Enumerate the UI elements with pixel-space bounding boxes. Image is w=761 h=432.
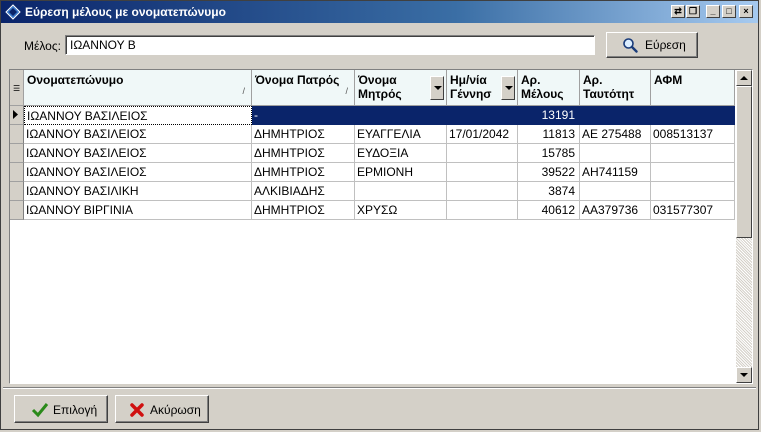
red-x-icon [130,403,144,417]
member-search-input[interactable] [65,35,595,55]
cell-mother[interactable]: ΕΥΔΟΞΙΑ [355,144,447,163]
cell-mother[interactable] [355,106,447,125]
cell-member_no[interactable]: 3874 [518,182,580,201]
cell-id_no[interactable]: ΑΑ379736 [580,201,651,220]
list-icon: ☰ [13,84,21,93]
restore-icon[interactable]: ⇄ [671,5,685,18]
cell-id_no[interactable] [580,106,651,125]
column-header-dob[interactable]: Ημ/νία Γέννησ [447,70,518,106]
arrow-down-icon [740,373,748,377]
cell-father[interactable]: ΔΗΜΗΤΡΙΟΣ [252,201,355,220]
search-button[interactable]: Εύρεση [606,32,698,58]
cell-id_no[interactable] [580,182,651,201]
column-header-name[interactable]: Ονοματεπώνυμο / [24,70,252,106]
scroll-thumb[interactable] [736,86,752,238]
cell-name[interactable]: ΙΩΑΝΝΟΥ ΒΑΣΙΛΕΙΟΣ [24,125,252,144]
cell-dob[interactable] [447,182,518,201]
column-filter-dropdown-icon[interactable] [430,76,444,100]
cell-dob[interactable] [447,163,518,182]
cell-member_no[interactable]: 13191 [518,106,580,125]
cell-dob[interactable]: 17/01/2042 [447,125,518,144]
cell-afm[interactable] [651,144,735,163]
close-button[interactable]: × [739,5,753,18]
cell-id_no[interactable]: ΑΗ741159 [580,163,651,182]
window-copy-icon[interactable]: ❐ [686,5,700,18]
cell-name[interactable]: ΙΩΑΝΝΟΥ ΒΑΣΙΛΙΚΗ [24,182,252,201]
cell-afm[interactable] [651,182,735,201]
vertical-scrollbar[interactable] [736,70,752,383]
cell-dob[interactable] [447,106,518,125]
column-header-father[interactable]: Όνομα Πατρός / [252,70,355,106]
column-header-label: Όνομα Μητρός [358,73,402,101]
column-header-label: Αρ. Ταυτότητ [583,73,635,101]
column-header-id_no[interactable]: Αρ. Ταυτότητ [580,70,651,106]
cell-name[interactable]: ΙΩΑΝΝΟΥ ΒΑΣΙΛΕΙΟΣ [24,144,252,163]
app-diamond-icon [5,4,21,20]
cell-mother[interactable]: ΧΡΥΣΩ [355,201,447,220]
cell-mother[interactable]: ΕΥΑΓΓΕΛΙΑ [355,125,447,144]
window-title: Εύρεση μέλους με ονοματεπώνυμο [25,5,226,19]
cell-afm[interactable] [651,106,735,125]
cell-name[interactable]: ΙΩΑΝΝΟΥ ΒΙΡΓΙΝΙΑ [24,201,252,220]
column-header-mother[interactable]: Όνομα Μητρός [355,70,447,106]
cell-afm[interactable]: 008513137 [651,125,735,144]
cell-member_no[interactable]: 11813 [518,125,580,144]
select-button[interactable]: Επιλογή [14,395,108,423]
cell-afm[interactable]: 031577307 [651,201,735,220]
sort-indicator-icon: / [345,86,348,96]
cell-id_no[interactable] [580,144,651,163]
scroll-down-button[interactable] [736,367,752,383]
magnifier-icon [623,38,638,53]
column-header-label: Αρ. Μέλους [521,73,564,101]
cell-father[interactable]: ΔΗΜΗΤΡΙΟΣ [252,144,355,163]
cell-father[interactable]: ΔΗΜΗΤΡΙΟΣ [252,163,355,182]
title-bar[interactable]: Εύρεση μέλους με ονοματεπώνυμο ⇄ ❐ _ □ × [1,1,758,23]
find-member-window: Εύρεση μέλους με ονοματεπώνυμο ⇄ ❐ _ □ ×… [0,0,759,430]
cell-dob[interactable] [447,201,518,220]
search-button-label: Εύρεση [645,38,686,52]
members-grid[interactable]: ☰ Ονοματεπώνυμο / Όνομα Πατρός / Όνομα Μητρό… [9,69,753,384]
cancel-button[interactable]: Ακύρωση [115,395,209,423]
maximize-button[interactable]: □ [722,5,736,18]
sort-indicator-icon: / [242,86,245,96]
cell-member_no[interactable]: 40612 [518,201,580,220]
cancel-button-label: Ακύρωση [150,403,201,417]
column-header-label: Όνομα Πατρός [255,73,340,87]
row-indicator[interactable] [10,106,24,125]
current-row-arrow-icon [13,110,18,119]
cell-father[interactable]: ΑΛΚΙΒΙΑΔΗΣ [252,182,355,201]
footer-separator [3,387,756,389]
cell-name[interactable]: ΙΩΑΝΝΟΥ ΒΑΣΙΛΕΙΟΣ [24,163,252,182]
cell-member_no[interactable]: 39522 [518,163,580,182]
arrow-up-icon [740,76,748,80]
member-label: Μέλος: [24,39,61,53]
column-header-label: Ημ/νία Γέννησ [450,73,492,101]
cell-dob[interactable] [447,144,518,163]
row-indicator[interactable] [10,144,24,163]
row-indicator[interactable] [10,201,24,220]
column-header-label: Ονοματεπώνυμο [27,73,124,87]
column-header-afm[interactable]: ΑΦΜ [651,70,735,106]
cell-mother[interactable]: ΕΡΜΙΟΝΗ [355,163,447,182]
column-header-member_no[interactable]: Αρ. Μέλους [518,70,580,106]
column-header-label: ΑΦΜ [654,73,683,87]
cell-father[interactable]: ΔΗΜΗΤΡΙΟΣ [252,125,355,144]
select-button-label: Επιλογή [53,403,98,417]
checkmark-icon [31,403,49,418]
cell-father[interactable]: - [252,106,355,125]
cell-id_no[interactable]: ΑΕ 275488 [580,125,651,144]
cell-name[interactable]: ΙΩΑΝΝΟΥ ΒΑΣΙΛΕΙΟΣ [24,106,252,125]
row-indicator[interactable] [10,125,24,144]
cell-mother[interactable] [355,182,447,201]
cell-afm[interactable] [651,163,735,182]
minimize-button[interactable]: _ [706,5,720,18]
cell-member_no[interactable]: 15785 [518,144,580,163]
row-indicator-header: ☰ [10,70,24,106]
scroll-up-button[interactable] [736,70,752,86]
row-indicator[interactable] [10,163,24,182]
column-filter-dropdown-icon[interactable] [501,76,515,100]
row-indicator[interactable] [10,182,24,201]
